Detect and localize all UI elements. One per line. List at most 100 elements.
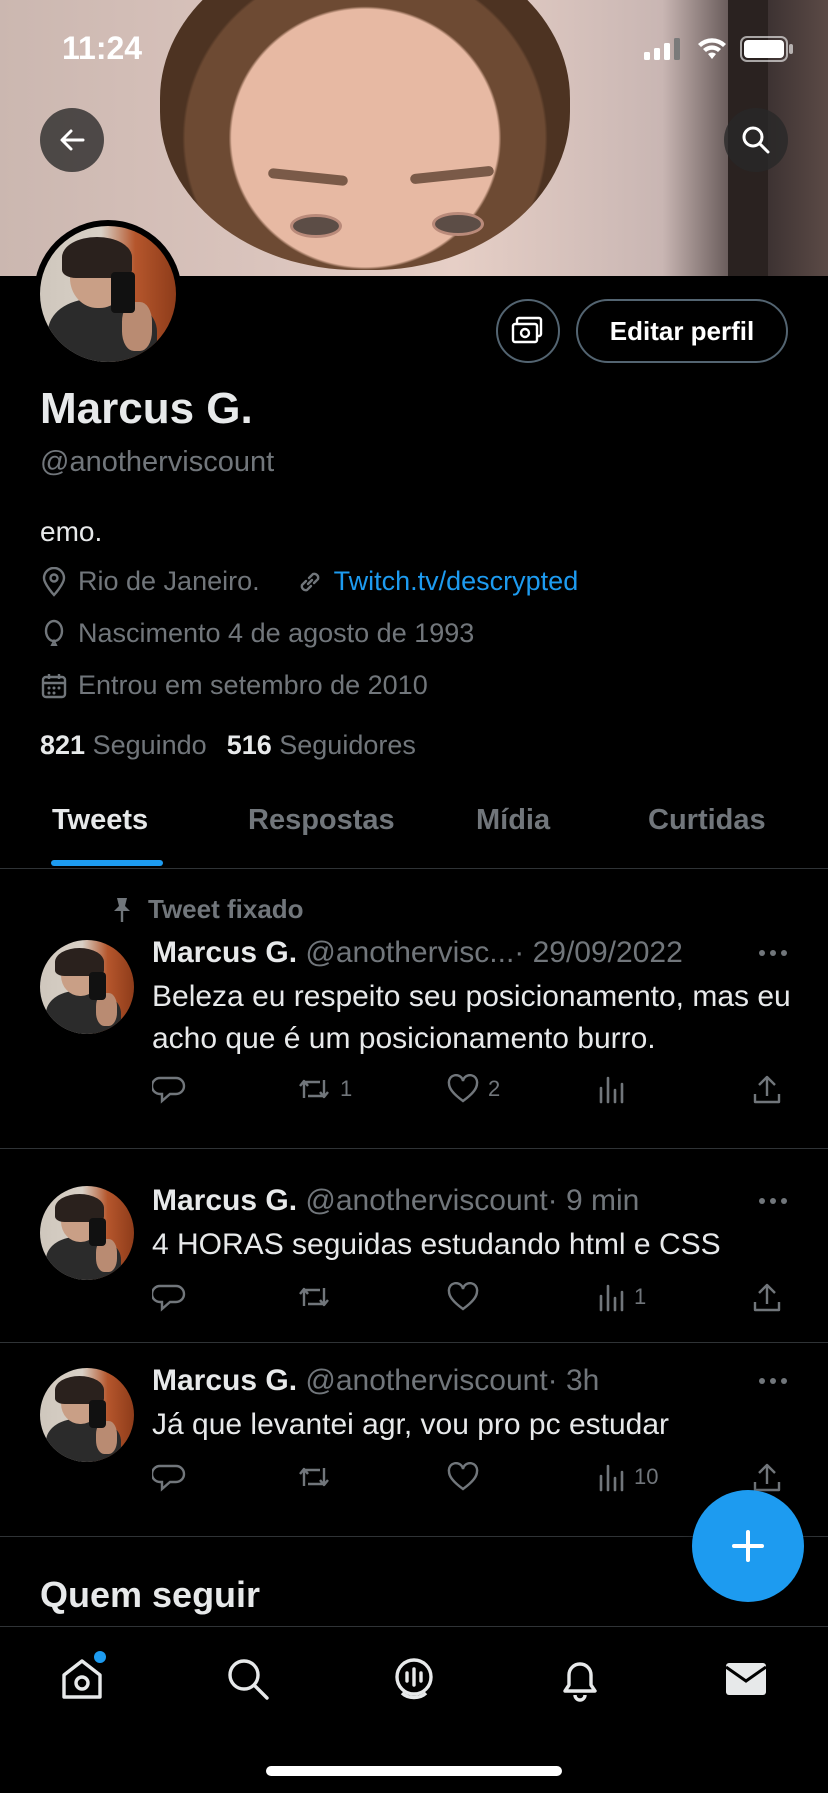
retweet-icon: [299, 1079, 329, 1099]
share-button[interactable]: [752, 1282, 782, 1314]
wifi-icon: [698, 38, 726, 59]
search-button[interactable]: [724, 108, 788, 172]
retweet-button[interactable]: [296, 1462, 340, 1492]
tweet-avatar[interactable]: [40, 940, 134, 1034]
tweet-author-name[interactable]: Marcus G.: [152, 1364, 297, 1397]
views-icon: [599, 1076, 624, 1104]
tip-jar-button[interactable]: [496, 299, 560, 363]
like-count: 2: [488, 1076, 501, 1101]
tweet-actions: 1 2: [152, 1074, 792, 1110]
back-arrow-icon: [60, 129, 85, 151]
more-icon: [759, 950, 787, 956]
like-button[interactable]: [446, 1282, 488, 1312]
followers-link[interactable]: 516 Seguidores: [227, 730, 416, 761]
tweet-time: · 9 min: [547, 1184, 640, 1217]
following-link[interactable]: 821 Seguindo: [40, 730, 207, 761]
following-count: 821: [40, 730, 86, 760]
tweet-author-name[interactable]: Marcus G.: [152, 936, 297, 969]
tweet-header: Marcus G. @anotherviscount· 9 min: [152, 1184, 639, 1218]
profile-joined: Entrou em setembro de 2010: [78, 670, 428, 700]
tweet-item[interactable]: Marcus G. @anotherviscount· 3h Já que le…: [0, 1342, 828, 1537]
compose-tweet-button[interactable]: [692, 1490, 804, 1602]
profile-bio: emo.: [40, 516, 103, 547]
compose-plus-icon: [732, 1530, 764, 1562]
status-time: 11:24: [62, 30, 143, 66]
who-to-follow-heading: Quem seguir: [40, 1574, 261, 1615]
search-icon: [228, 1659, 269, 1700]
reply-icon: [152, 1464, 186, 1492]
profile-meta-birthday: Nascimento 4 de agosto de 1993: [40, 618, 474, 649]
more-icon: [759, 1198, 787, 1204]
retweet-icon: [299, 1287, 329, 1307]
views-icon: [599, 1284, 624, 1312]
like-button[interactable]: 2: [446, 1074, 500, 1104]
retweet-icon: [299, 1467, 329, 1487]
profile-avatar[interactable]: [34, 220, 182, 368]
tweet-text: Já que levantei agr, vou pro pc estudar: [152, 1408, 670, 1441]
following-label: Seguindo: [92, 730, 207, 760]
reply-button[interactable]: [152, 1074, 186, 1106]
tweet-more-button[interactable]: [758, 932, 788, 964]
profile-name: Marcus G.: [40, 384, 253, 433]
views-count: 1: [634, 1284, 647, 1309]
bell-icon: [563, 1662, 597, 1702]
tweet-header: Marcus G. @anothervisc...· 29/09/2022: [152, 936, 683, 970]
tweet-actions: 10: [152, 1462, 792, 1498]
tweet-author-handle: @anotherviscount: [305, 1184, 548, 1217]
views-button[interactable]: 10: [596, 1462, 658, 1492]
reply-button[interactable]: [152, 1462, 186, 1494]
retweet-button[interactable]: 1: [296, 1074, 352, 1104]
calendar-icon: [41, 673, 67, 698]
tweet-author-handle: @anothervisc...: [305, 936, 515, 969]
share-icon: [753, 1283, 781, 1312]
retweet-button[interactable]: [296, 1282, 340, 1312]
tweet-text: 4 HORAS seguidas estudando html e CSS: [152, 1228, 721, 1261]
profile-website-link[interactable]: Twitch.tv/descrypted: [334, 566, 579, 597]
follow-counts: 821 Seguindo 516 Seguidores: [40, 730, 416, 761]
nav-spaces[interactable]: [388, 1653, 440, 1705]
tweet-actions: 1: [152, 1282, 792, 1318]
views-count: 10: [634, 1464, 659, 1489]
tweet-text: Beleza eu respeito seu posicionamento, m…: [152, 980, 791, 1055]
views-button[interactable]: [596, 1074, 634, 1104]
search-icon: [742, 126, 770, 154]
home-indicator: [266, 1766, 562, 1776]
profile-tabs: Tweets Respostas Mídia Curtidas: [0, 772, 828, 869]
balloon-icon: [44, 619, 64, 646]
nav-search[interactable]: [222, 1653, 274, 1705]
tab-replies[interactable]: Respostas: [248, 804, 395, 837]
signal-icon: [644, 38, 680, 60]
status-icons: [644, 36, 794, 62]
nav-messages[interactable]: [720, 1653, 772, 1705]
tweet-item[interactable]: Marcus G. @anotherviscount· 9 min 4 HORA…: [0, 1148, 828, 1343]
like-button[interactable]: [446, 1462, 488, 1492]
nav-notifications[interactable]: [554, 1653, 606, 1705]
reply-icon: [152, 1076, 186, 1104]
share-button[interactable]: [752, 1462, 782, 1494]
battery-icon: [740, 36, 793, 62]
tweet-header: Marcus G. @anotherviscount· 3h: [152, 1364, 599, 1398]
share-button[interactable]: [752, 1074, 782, 1106]
tweet-avatar[interactable]: [40, 1368, 134, 1462]
followers-count: 516: [226, 730, 272, 760]
tab-tweets[interactable]: Tweets: [52, 804, 148, 837]
views-icon: [599, 1464, 624, 1492]
edit-profile-button[interactable]: Editar perfil: [576, 299, 788, 363]
nav-home[interactable]: [56, 1651, 108, 1705]
tweet-more-button[interactable]: [758, 1180, 788, 1212]
tab-media[interactable]: Mídia: [476, 804, 550, 837]
profile-location: Rio de Janeiro.: [78, 566, 260, 596]
tab-likes[interactable]: Curtidas: [648, 804, 766, 837]
tweet-avatar[interactable]: [40, 1186, 134, 1280]
back-button[interactable]: [40, 108, 104, 172]
profile-meta-location-website: Rio de Janeiro. Twitch.tv/descrypted: [40, 566, 578, 597]
profile-handle: @anotherviscount: [40, 446, 275, 478]
tweet-author-handle: @anotherviscount: [305, 1364, 548, 1397]
views-button[interactable]: 1: [596, 1282, 646, 1312]
tweet-author-name[interactable]: Marcus G.: [152, 1184, 297, 1217]
reply-button[interactable]: [152, 1282, 186, 1314]
tweet-time: · 29/09/2022: [514, 936, 683, 969]
retweet-count: 1: [340, 1076, 353, 1101]
tweet-item[interactable]: Marcus G. @anothervisc...· 29/09/2022 Be…: [0, 868, 828, 1149]
tweet-more-button[interactable]: [758, 1360, 788, 1392]
